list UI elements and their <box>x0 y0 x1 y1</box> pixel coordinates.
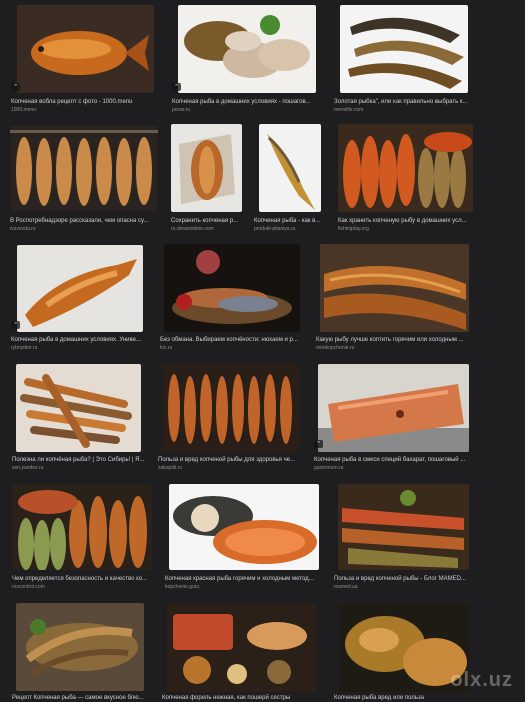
result-source[interactable]: tvzvezda.ru <box>10 226 158 233</box>
result-caption[interactable]: Сохранить копченая р... <box>171 217 247 225</box>
result-source[interactable]: 1000.menu <box>11 107 156 114</box>
result-caption[interactable]: Копченая рыба в домашних условиях. Униве… <box>11 336 151 344</box>
result-source[interactable]: fishingday.org <box>338 226 476 233</box>
result-thumbnail[interactable] <box>162 364 299 452</box>
result-source[interactable]: mamed.ua <box>334 584 476 591</box>
result-caption[interactable]: В Роспотребнадзоре рассказали, чем опасн… <box>10 217 158 225</box>
result-thumbnail[interactable] <box>169 484 319 570</box>
result-thumbnail[interactable] <box>340 5 468 93</box>
result-caption[interactable]: Чем определяется безопасность и качество… <box>12 575 154 583</box>
result-caption[interactable]: Золотая рыбка", или как правильно выбрат… <box>334 98 474 106</box>
result-thumbnail[interactable] <box>17 5 154 93</box>
result-caption[interactable]: Копченая красная рыба горячим и холодным… <box>165 575 325 583</box>
result-source[interactable]: rybnyden.ru <box>11 345 151 352</box>
quote-badge: ” <box>11 321 20 329</box>
result-thumbnail[interactable] <box>259 124 321 212</box>
result-caption[interactable]: Копченая вобла рецепт с фото - 1000.menu <box>11 98 156 106</box>
result-source[interactable]: menslife.com <box>334 107 474 114</box>
result-source[interactable]: zen.yandex.ru <box>12 465 154 472</box>
result-source[interactable]: zakoptili.ru <box>158 465 304 472</box>
result-caption[interactable]: Как хранить копченую рыбу в домашних усл… <box>338 217 476 225</box>
result-caption[interactable]: Польза и вред копченой рыбы - Блог MAMED… <box>334 575 476 583</box>
result-thumbnail[interactable] <box>12 484 152 570</box>
result-source[interactable]: ru.dreamstime.com <box>171 226 247 233</box>
result-thumbnail[interactable] <box>171 124 242 212</box>
result-thumbnail[interactable] <box>178 5 316 93</box>
result-thumbnail[interactable] <box>338 484 469 570</box>
result-source[interactable]: kopchenie.guru <box>165 584 325 591</box>
result-caption[interactable]: Какую рыбу лучше коптить горячим или хол… <box>316 336 474 344</box>
result-thumbnail[interactable] <box>16 603 144 691</box>
result-caption[interactable]: Копченая рыба в смеси специй бахарат, по… <box>314 456 474 464</box>
result-caption[interactable]: Копченая форель нежная, как пошерй сестр… <box>162 694 322 702</box>
result-source[interactable]: povar.ru <box>172 107 320 114</box>
result-caption[interactable]: Копченая рыба в домашних условиях - поша… <box>172 98 320 106</box>
result-caption[interactable]: Полезна ли копчёная рыба? | Это Сибирь! … <box>12 456 154 464</box>
result-thumbnail[interactable] <box>318 364 469 452</box>
result-source[interactable]: moekopchenie.ru <box>316 345 474 352</box>
result-source[interactable]: tvc.ru <box>160 345 302 352</box>
result-thumbnail[interactable] <box>10 126 158 211</box>
quote-badge: ” <box>314 440 323 448</box>
result-caption[interactable]: Рецепт Копченая рыба — самое вкусное блю… <box>12 694 154 702</box>
result-caption[interactable]: Польза и вред копченой рыбы для здоровья… <box>158 456 304 464</box>
quote-badge: ” <box>11 83 20 91</box>
result-thumbnail[interactable] <box>17 245 143 332</box>
result-thumbnail[interactable] <box>16 364 141 452</box>
watermark-logo: olx.uz <box>450 669 513 691</box>
result-caption[interactable]: Копченая рыба вред или польза <box>334 694 476 702</box>
result-thumbnail[interactable] <box>320 244 469 332</box>
result-caption[interactable]: Копченая рыба - как в... <box>254 217 326 225</box>
result-caption[interactable]: Без обмана. Выбираем копчёности: нюхаем … <box>160 336 302 344</box>
result-thumbnail[interactable] <box>164 244 300 332</box>
result-thumbnail[interactable] <box>338 124 473 212</box>
result-source[interactable]: gastronom.ru <box>314 465 474 472</box>
result-source[interactable]: roscontrol.com <box>12 584 154 591</box>
result-source[interactable]: produkt-pitaniya.ru <box>254 226 326 233</box>
quote-badge: ” <box>172 83 181 91</box>
result-thumbnail[interactable] <box>167 604 317 692</box>
